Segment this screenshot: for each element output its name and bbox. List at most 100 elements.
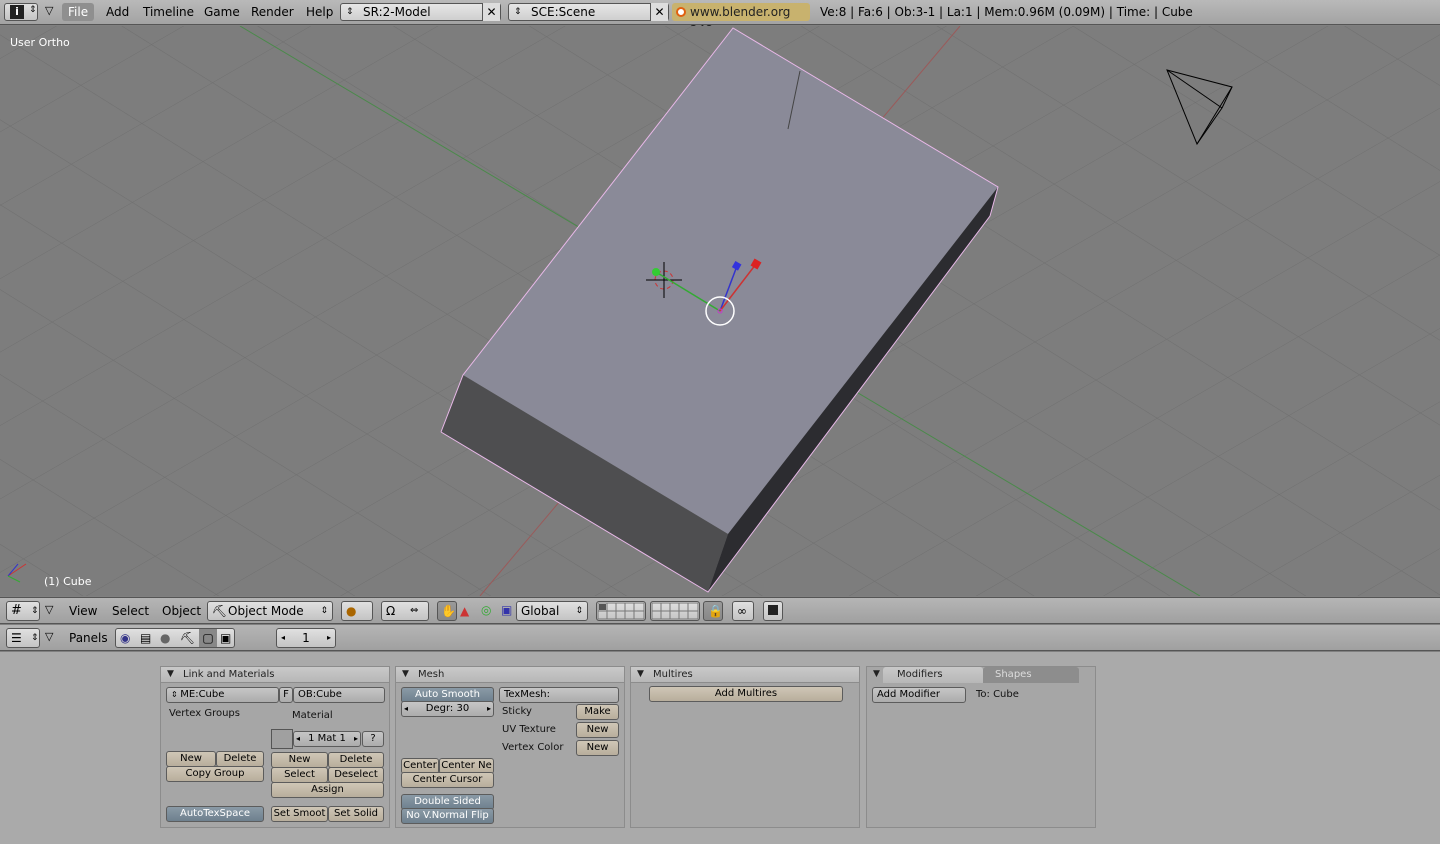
modifier-target-label: To: Cube [976, 689, 1019, 700]
menu-timeline[interactable]: Timeline [143, 5, 194, 19]
logic-icon[interactable]: ◉ [120, 629, 130, 647]
editor-type-buttons[interactable]: ☰ ⇕ [6, 628, 40, 648]
vgroup-delete-button[interactable]: Delete [216, 751, 264, 767]
updown-icon: ⇕ [514, 7, 522, 17]
tab-shapes[interactable]: Shapes [983, 667, 1079, 683]
sticky-label: Sticky [502, 706, 532, 717]
material-delete-button[interactable]: Delete [328, 752, 384, 768]
menu-object[interactable]: Object [162, 604, 201, 618]
menu-file[interactable]: File [62, 3, 95, 21]
collapse-triangle-icon[interactable]: ▼ [637, 667, 644, 682]
object-name-field[interactable]: OB:Cube [293, 687, 385, 703]
tab-modifiers[interactable]: Modifiers [883, 667, 983, 683]
info-editor-type-icon[interactable]: i ⇕ [4, 3, 38, 21]
menu-help[interactable]: Help [306, 5, 333, 19]
add-modifier-menu[interactable]: Add Modifier [872, 687, 966, 703]
mesh-datablock-field[interactable]: ⇕ ME:Cube [166, 687, 279, 703]
panel-header: ▼ Modifiers Shapes [867, 667, 1095, 683]
shading-icon: ● [346, 604, 357, 618]
scale-icon[interactable]: ▣ [501, 603, 512, 617]
layer-grid-icon [651, 602, 699, 620]
copy-group-button[interactable]: Copy Group [166, 766, 264, 782]
menu-panels[interactable]: Panels [69, 631, 108, 645]
vgroup-new-button[interactable]: New [166, 751, 216, 767]
collapse-menu-icon[interactable]: ▽ [45, 603, 53, 616]
orientation-selector[interactable]: Global ⇕ [516, 601, 588, 621]
editing-icon[interactable]: ▢ [199, 629, 217, 647]
uv-texture-new-button[interactable]: New [576, 722, 619, 738]
modifiers-panel: ▼ Modifiers Shapes Add Modifier To: Cube [866, 666, 1096, 828]
editor-type-3d[interactable]: # ⇕ [6, 601, 40, 621]
render-preview-button[interactable] [763, 601, 783, 621]
material-color-swatch[interactable] [271, 729, 293, 749]
scene-icon[interactable]: ▣ [220, 629, 231, 647]
uv-texture-label: UV Texture [502, 724, 556, 735]
collapse-menu-icon[interactable]: ▽ [45, 630, 53, 643]
updown-icon: ⇕ [31, 606, 39, 616]
buttons-header: ☰ ⇕ ▽ Panels ◉ ▤ ● ⛏ ▢ ▣ ◂ 1 ▸ [0, 625, 1440, 651]
set-smooth-button[interactable]: Set Smoot [271, 806, 328, 822]
shading-icon[interactable]: ● [160, 629, 170, 647]
lock-icon: 🔒 [708, 604, 723, 618]
link-button[interactable]: ∞ [732, 601, 754, 621]
frame-counter[interactable]: ◂ 1 ▸ [276, 628, 336, 648]
layer-buttons-1[interactable] [596, 601, 646, 621]
layer-grid-icon [597, 602, 645, 620]
link-icon: ∞ [737, 604, 747, 618]
material-index-field[interactable]: ◂ 1 Mat 1 ▸ [293, 731, 361, 747]
draw-type-selector[interactable]: ● [341, 601, 373, 621]
material-deselect-button[interactable]: Deselect [328, 767, 384, 783]
link-materials-panel: ▼ Link and Materials ⇕ ME:Cube F OB:Cube … [160, 666, 390, 828]
blender-version-link[interactable]: www.blender.org 248 [672, 3, 810, 37]
material-new-button[interactable]: New [271, 752, 328, 768]
delete-screen-icon[interactable]: ✕ [482, 3, 500, 21]
translate-icon[interactable]: ▲ [460, 604, 469, 618]
mode-selector[interactable]: ⛏ Object Mode ⇕ [207, 601, 333, 621]
material-assign-button[interactable]: Assign [271, 782, 384, 798]
collapse-triangle-icon[interactable]: ▼ [873, 667, 880, 682]
updown-icon: ⇕ [346, 7, 354, 17]
delete-scene-icon[interactable]: ✕ [650, 3, 668, 21]
add-multires-button[interactable]: Add Multires [649, 686, 843, 702]
lock-layers-button[interactable]: 🔒 [703, 601, 723, 621]
fake-user-button[interactable]: F [279, 687, 293, 703]
sticky-make-button[interactable]: Make [576, 704, 619, 720]
degree-field[interactable]: ◂ Degr: 30 ▸ [401, 701, 494, 717]
frame-value: 1 [302, 631, 310, 645]
3d-viewport[interactable]: User Ortho (1) Cube [0, 26, 1440, 596]
menu-add[interactable]: Add [106, 5, 129, 19]
info-header: i ⇕ ▽ File Add Timeline Game Render Help… [0, 0, 1440, 37]
set-solid-button[interactable]: Set Solid [328, 806, 384, 822]
buttons-window-icon: ☰ [11, 631, 22, 645]
no-vnormal-flip-toggle[interactable]: No V.Normal Flip [401, 808, 494, 824]
menu-render[interactable]: Render [251, 5, 294, 19]
screen-selector[interactable]: ⇕ SR:2-Model ✕ [340, 3, 501, 21]
rotate-icon[interactable]: ◎ [481, 603, 491, 617]
render-icon [768, 605, 778, 615]
3d-view-header: # ⇕ ▽ View Select Object ⛏ Object Mode ⇕… [0, 597, 1440, 624]
material-help-button[interactable]: ? [362, 731, 384, 747]
script-icon[interactable]: ▤ [140, 629, 151, 647]
mode-label: Object Mode [228, 604, 304, 618]
menu-view[interactable]: View [69, 604, 97, 618]
collapse-menu-icon[interactable]: ▽ [45, 4, 53, 17]
layer-buttons-2[interactable] [650, 601, 700, 621]
panel-header[interactable]: ▼ Multires [631, 667, 859, 683]
scene-selector[interactable]: ⇕ SCE:Scene ✕ [508, 3, 669, 21]
panel-header[interactable]: ▼ Link and Materials [161, 667, 389, 683]
material-select-button[interactable]: Select [271, 767, 328, 783]
autotexspace-toggle[interactable]: AutoTexSpace [166, 806, 264, 822]
manipulator-toggle[interactable]: ✋ [437, 601, 457, 621]
screen-name: SR:2-Model [363, 5, 431, 19]
menu-select[interactable]: Select [112, 604, 149, 618]
collapse-triangle-icon[interactable]: ▼ [402, 667, 409, 682]
texmesh-field[interactable]: TexMesh: [499, 687, 619, 703]
object-icon[interactable]: ⛏ [180, 629, 195, 647]
vertex-color-new-button[interactable]: New [576, 740, 619, 756]
panel-header[interactable]: ▼ Mesh [396, 667, 624, 683]
collapse-triangle-icon[interactable]: ▼ [167, 667, 174, 682]
material-label: Material [292, 710, 333, 721]
center-cursor-button[interactable]: Center Cursor [401, 772, 494, 788]
pivot-selector[interactable]: Ω ⇔ [381, 601, 429, 621]
menu-game[interactable]: Game [204, 5, 240, 19]
